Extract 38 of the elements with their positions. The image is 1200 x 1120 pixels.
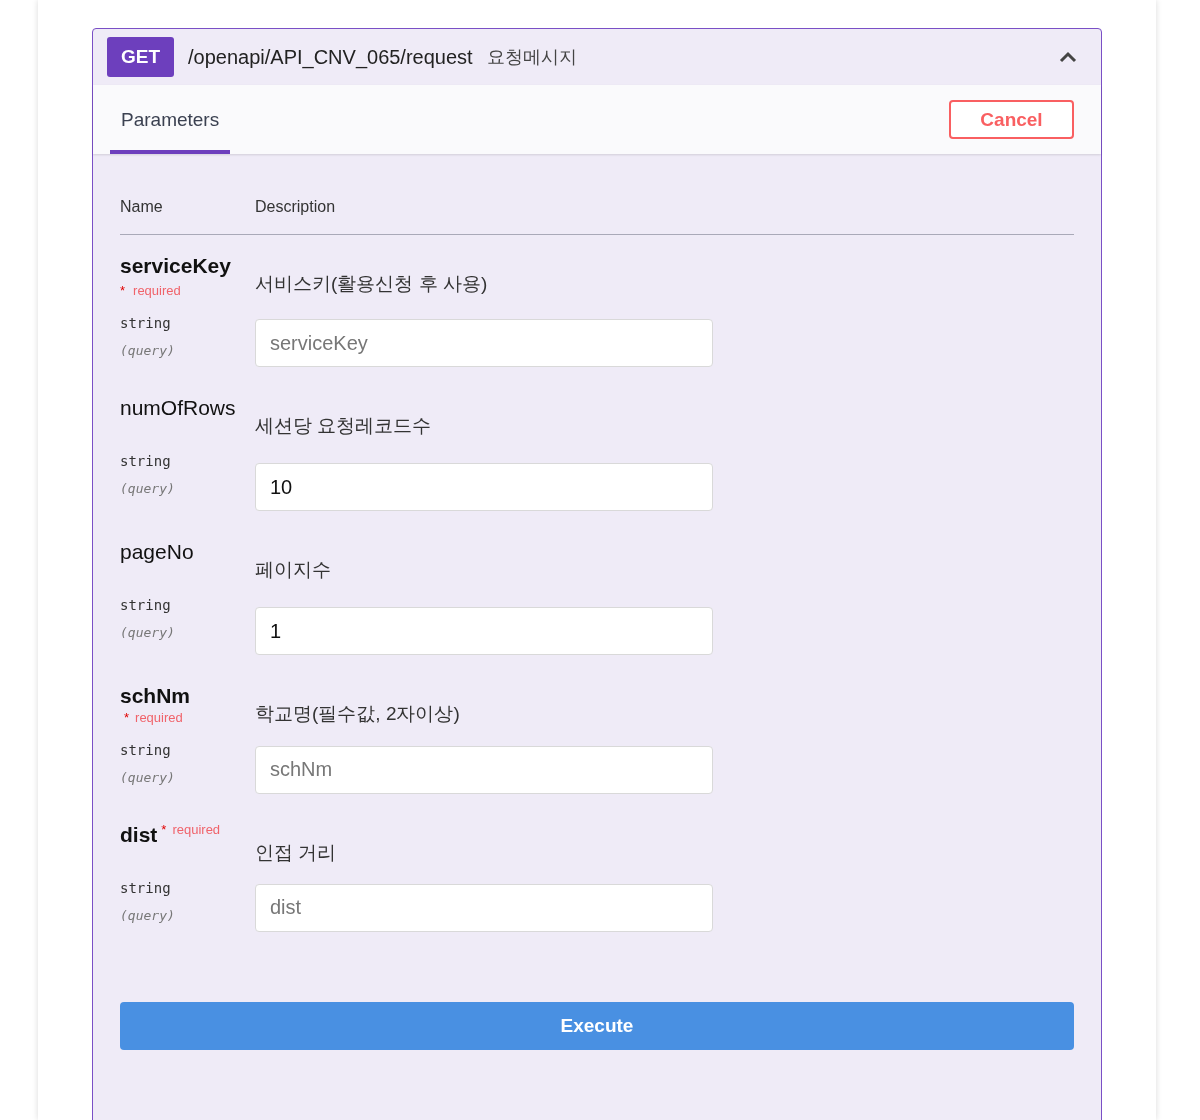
- parameter-type: string: [120, 879, 172, 896]
- parameter-name: pageNo: [120, 540, 194, 564]
- parameter-description: 페이지수: [255, 558, 331, 583]
- method-badge: GET: [107, 37, 174, 77]
- parameter-type: string: [120, 741, 172, 758]
- parameter-description: 학교명(필수값, 2자이상): [255, 702, 460, 727]
- parameter-description: 세션당 요청레코드수: [255, 414, 432, 439]
- endpoint-path: /openapi/API_CNV_065/request: [188, 45, 473, 69]
- parameters-tab[interactable]: Parameters: [110, 85, 231, 154]
- column-header: Description: [255, 198, 337, 216]
- required-label: required: [133, 283, 181, 299]
- parameter-description: 인접 거리: [255, 840, 337, 865]
- input-field[interactable]: 1: [255, 607, 713, 656]
- parameter-name: serviceKey: [120, 254, 231, 277]
- parameter-location: (query): [120, 343, 176, 359]
- input-field[interactable]: schNm: [255, 745, 713, 794]
- parameter-type: string: [120, 453, 172, 470]
- required-asterisk: *: [161, 821, 167, 837]
- collapse-chevron-icon[interactable]: [1059, 51, 1077, 63]
- parameter-location: (query): [120, 769, 176, 785]
- required-asterisk: *: [120, 283, 126, 299]
- input-field[interactable]: dist: [255, 883, 713, 932]
- parameter-description: 서비스키(활용신청 후 사용): [255, 272, 488, 296]
- parameter-type: string: [120, 597, 172, 614]
- parameter-location: (query): [120, 907, 176, 923]
- parameter-location: (query): [120, 481, 176, 497]
- parameter-name: dist: [120, 822, 158, 846]
- endpoint-summary: 요청메시지: [486, 46, 578, 69]
- column-header: Name: [120, 198, 164, 216]
- input-field[interactable]: 10: [255, 463, 713, 512]
- parameter-location: (query): [120, 625, 176, 641]
- parameter-name: numOfRows: [120, 396, 236, 420]
- required-label: required: [172, 821, 221, 837]
- required-asterisk: *: [124, 709, 130, 725]
- required-label: required: [135, 709, 183, 725]
- input-field[interactable]: serviceKey: [255, 319, 713, 368]
- parameter-type: string: [120, 315, 172, 332]
- parameter-name: schNm: [120, 684, 191, 708]
